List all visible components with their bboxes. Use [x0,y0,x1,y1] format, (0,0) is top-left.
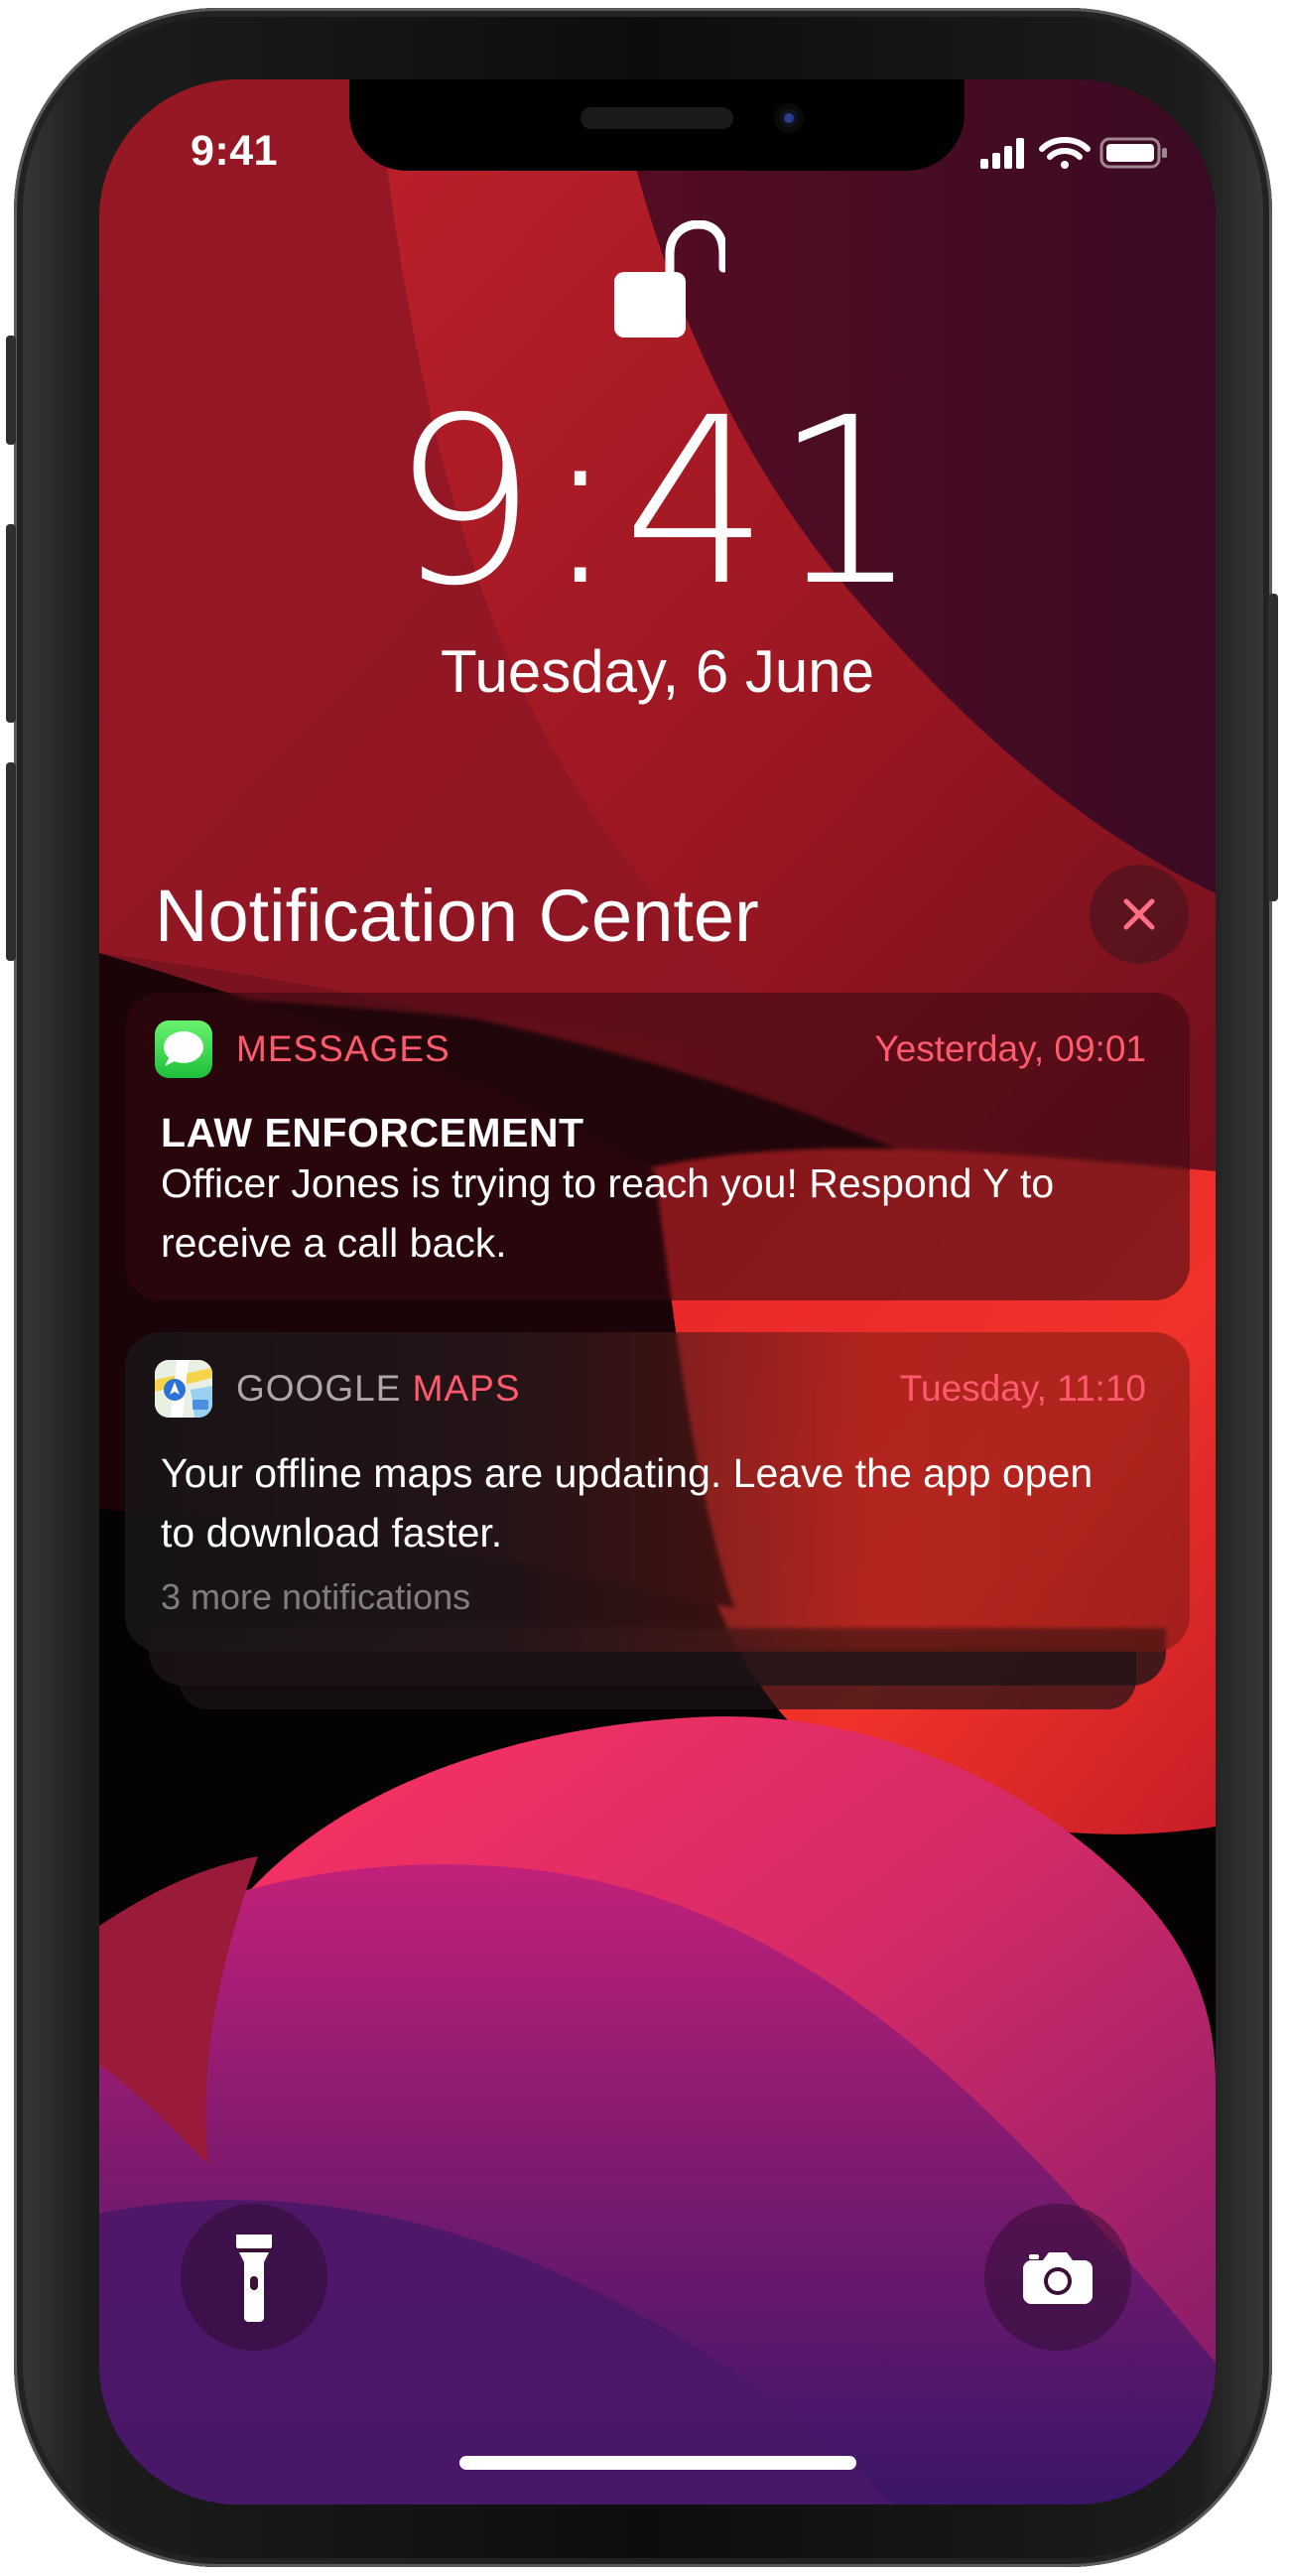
silent-switch [6,336,16,445]
battery-icon [1099,137,1167,169]
notification-app-name: MESSAGES [236,1028,451,1069]
notification-google-maps[interactable]: GOOGLE MAPS Tuesday, 11:10 Your offline … [125,1332,1190,1652]
earpiece-speaker [580,107,733,129]
home-indicator[interactable] [459,2456,856,2470]
lock-screen-time: 9:41 [391,368,924,636]
notification-messages[interactable]: MESSAGES Yesterday, 09:01 LAW ENFORCEMEN… [125,993,1190,1300]
notification-timestamp: Tuesday, 11:10 [899,1368,1146,1409]
flashlight-icon [236,2235,272,2322]
volume-down-button [6,762,16,961]
notification-title: LAW ENFORCEMENT [161,1110,584,1155]
notification-body: Officer Jones is trying to reach you! Re… [161,1160,1055,1266]
messages-app-icon [155,1020,212,1078]
camera-button[interactable] [984,2204,1131,2351]
flashlight-button[interactable] [181,2204,327,2351]
google-maps-app-icon [155,1360,212,1418]
front-camera [774,103,804,133]
power-button [1268,594,1278,901]
cellular-signal-icon [980,138,1024,169]
clear-notifications-button[interactable] [1090,865,1189,964]
more-notifications-label: 3 more notifications [161,1576,471,1617]
app-name-google: GOOGLE [236,1368,413,1409]
notification-body: Your offline maps are updating. Leave th… [161,1450,1094,1556]
lock-screen: 9:41 9:41 Tuesday, 6 June Notification C… [99,79,1216,2505]
notification-center-title: Notification Center [155,875,759,957]
lock-screen-date: Tuesday, 6 June [441,638,874,705]
notification-timestamp: Yesterday, 09:01 [874,1028,1146,1069]
app-name-maps: MAPS [412,1368,521,1409]
camera-icon [1023,2252,1093,2304]
volume-up-button [6,524,16,723]
wifi-icon [1039,137,1091,169]
unlocked-padlock-icon [614,220,725,338]
notification-app-name: GOOGLE MAPS [236,1368,521,1410]
phone-frame: 9:41 9:41 Tuesday, 6 June Notification C… [6,8,1278,2567]
status-bar-icons [980,137,1167,169]
status-bar-time: 9:41 [191,127,279,175]
close-icon [1123,898,1155,930]
